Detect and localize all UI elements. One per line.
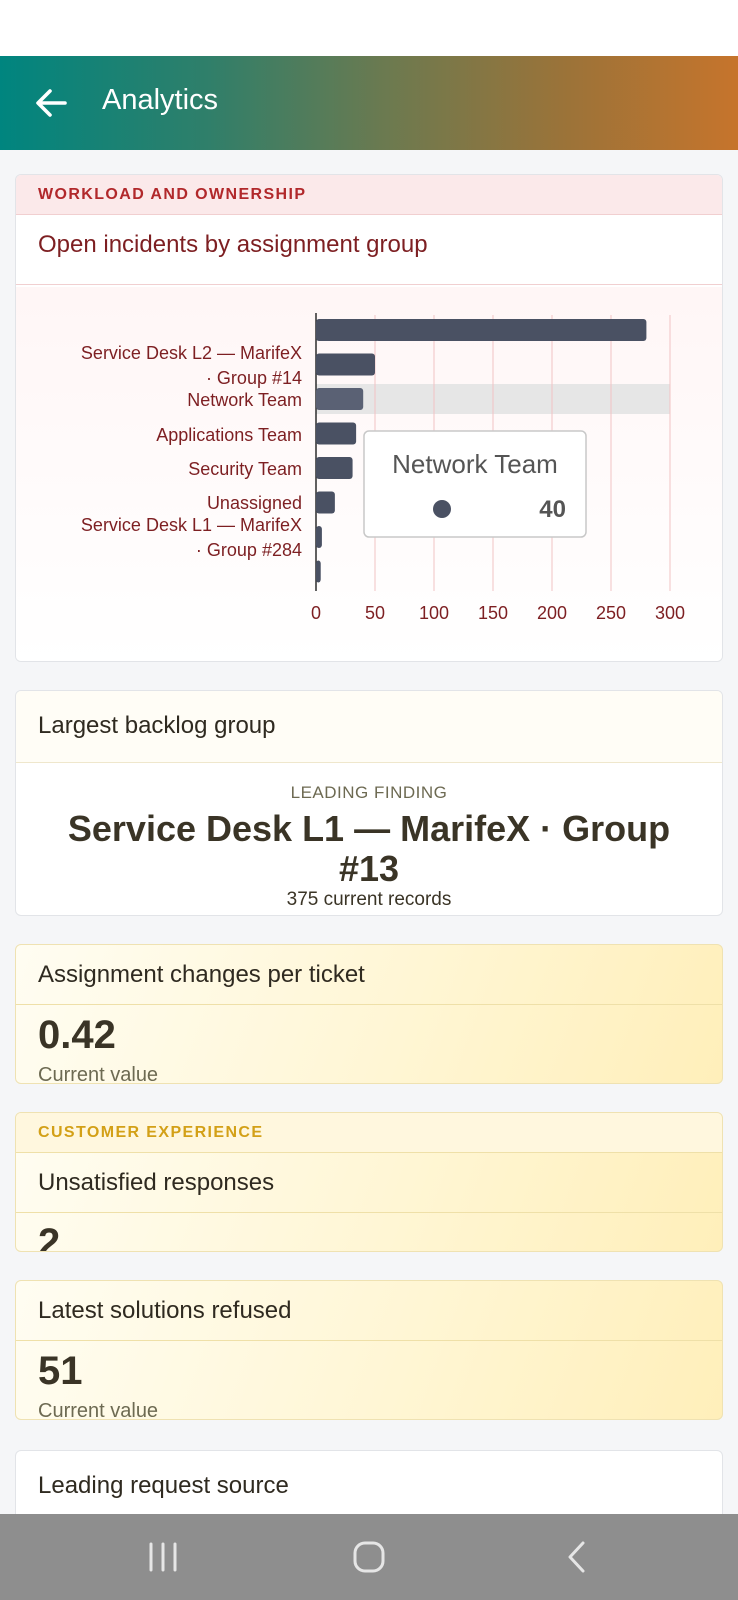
section-label-workload: WORKLOAD AND OWNERSHIP	[16, 175, 722, 215]
x-tick-label: 100	[419, 603, 449, 623]
x-tick-label: 200	[537, 603, 567, 623]
refused-value: 51	[38, 1349, 83, 1393]
bar-5	[316, 491, 335, 514]
refused-solutions-card: Latest solutions refused 51 Current valu…	[15, 1280, 723, 1420]
recent-apps-icon[interactable]	[138, 1534, 188, 1580]
chart-card-title: Open incidents by assignment group	[16, 215, 722, 285]
chart-tooltip: Network Team 40	[363, 430, 587, 538]
backlog-card-title: Largest backlog group	[16, 691, 722, 763]
unsatisfied-card-title: Unsatisfied responses	[16, 1153, 722, 1213]
assignment-changes-card: Assignment changes per ticket 0.42 Curre…	[15, 944, 723, 1084]
status-bar	[0, 0, 738, 56]
bar-2	[316, 388, 364, 410]
backlog-card: Largest backlog group LEADING FINDING Se…	[15, 690, 723, 916]
system-nav-bar	[0, 1514, 738, 1600]
category-label: Security Team	[188, 459, 302, 479]
category-label: Applications Team	[156, 425, 302, 445]
workload-card: WORKLOAD AND OWNERSHIP Open incidents by…	[15, 174, 723, 662]
refused-card-title: Latest solutions refused	[16, 1281, 722, 1341]
category-label: · Group #14	[206, 368, 302, 388]
nav-back-icon[interactable]	[552, 1534, 602, 1580]
analytics-scroll-area[interactable]: WORKLOAD AND OWNERSHIP Open incidents by…	[0, 150, 738, 1514]
home-icon[interactable]	[344, 1534, 394, 1580]
finding-sub: 375 current records	[286, 889, 452, 910]
x-tick-label: 250	[596, 603, 626, 623]
x-tick-label: 50	[365, 603, 385, 623]
bar-1	[316, 353, 375, 376]
unsatisfied-value: 2	[38, 1221, 61, 1252]
refused-sub: Current value	[38, 1400, 159, 1420]
app-bar: Analytics	[0, 56, 738, 150]
tooltip-value: 40	[539, 496, 566, 523]
bar-7	[316, 560, 321, 583]
category-label: · Group #284	[196, 540, 302, 560]
tooltip-label: Network Team	[392, 449, 558, 479]
request-source-card: Leading request source	[15, 1450, 723, 1514]
finding-kicker: LEADING FINDING	[290, 783, 448, 802]
bar-3	[316, 422, 357, 445]
category-label: Unassigned	[207, 493, 302, 513]
bar-6	[316, 526, 322, 548]
tooltip-series-dot	[433, 500, 451, 518]
page-title: Analytics	[102, 84, 219, 116]
finding-value: Service Desk L1 — MarifeX · Group #13	[67, 808, 671, 889]
category-label: Network Team	[187, 390, 302, 410]
bar-0	[316, 319, 647, 341]
x-tick-label: 150	[478, 603, 508, 623]
x-tick-label: 300	[655, 603, 685, 623]
assignment-card-title: Assignment changes per ticket	[16, 945, 722, 1005]
bar-4	[316, 457, 353, 479]
assignment-sub: Current value	[38, 1064, 159, 1084]
section-label-cx: CUSTOMER EXPERIENCE	[16, 1113, 722, 1153]
category-label: Service Desk L1 — MarifeX	[81, 515, 302, 535]
category-label: Service Desk L2 — MarifeX	[81, 343, 302, 363]
x-tick-label: 0	[311, 603, 321, 623]
source-card-title: Leading request source	[38, 1472, 289, 1499]
back-arrow-icon[interactable]	[34, 86, 68, 120]
bar-chart[interactable]: Service Desk L2 — MarifeX· Group #14Netw…	[16, 287, 723, 662]
assignment-value: 0.42	[38, 1013, 116, 1057]
chart-area: Service Desk L2 — MarifeX · Group #14 Netw…	[16, 287, 723, 662]
customer-experience-card: CUSTOMER EXPERIENCE Unsatisfied response…	[15, 1112, 723, 1252]
